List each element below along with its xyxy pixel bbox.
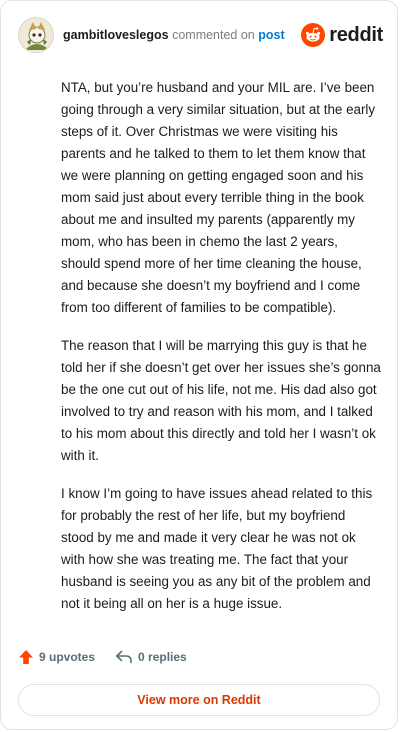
comment-actions: 9 upvotes 0 replies xyxy=(18,649,207,665)
reddit-brand[interactable]: reddit xyxy=(301,23,383,47)
comment-meta: gambitloveslegos commented on post xyxy=(63,28,301,42)
comment-paragraph: NTA, but you’re husband and your MIL are… xyxy=(61,80,376,315)
view-more-button[interactable]: View more on Reddit xyxy=(18,684,380,716)
username-link[interactable]: gambitloveslegos xyxy=(63,28,169,42)
post-link[interactable]: post xyxy=(258,28,284,42)
reddit-logo-icon xyxy=(301,23,326,47)
comment-card: gambitloveslegos commented on post reddi… xyxy=(0,0,398,730)
avatar-image xyxy=(19,18,53,52)
reply-count: 0 replies xyxy=(138,650,187,664)
reddit-wordmark: reddit xyxy=(329,23,383,46)
reply-icon xyxy=(116,650,132,664)
comment-paragraph: I know I’m going to have issues ahead re… xyxy=(61,486,373,611)
upvote-button[interactable]: 9 upvotes xyxy=(18,649,95,665)
comment-header: gambitloveslegos commented on post reddi… xyxy=(18,15,383,55)
comment-paragraph: The reason that I will be marrying this … xyxy=(61,338,381,463)
commented-text: commented on xyxy=(172,28,255,42)
upvote-arrow-icon xyxy=(19,650,33,664)
avatar[interactable] xyxy=(18,17,54,53)
reply-button[interactable]: 0 replies xyxy=(115,649,187,665)
upvote-count: 9 upvotes xyxy=(39,650,96,664)
comment-body: NTA, but you’re husband and your MIL are… xyxy=(61,77,381,631)
